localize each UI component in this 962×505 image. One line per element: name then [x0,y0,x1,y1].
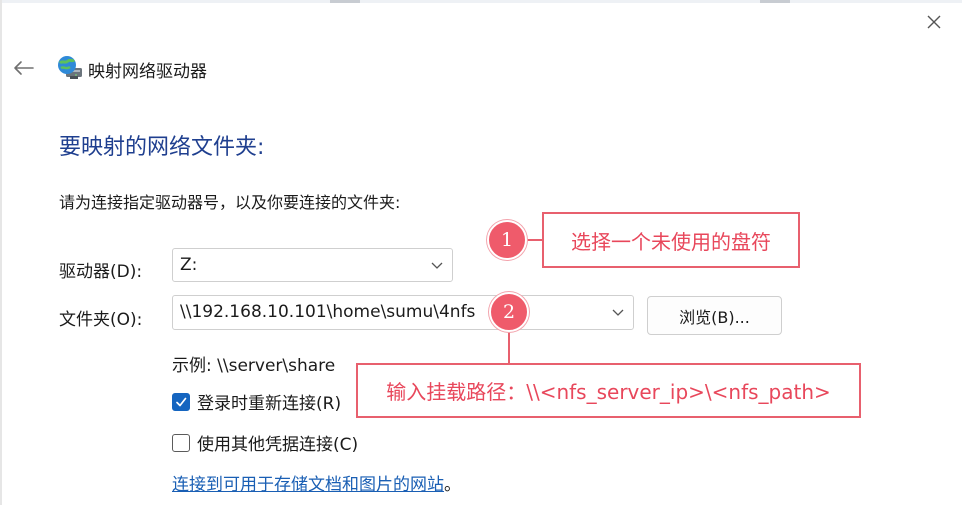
annotation-callout-2: 输入挂载路径：\\<nfs_server_ip>\<nfs_path> [356,363,861,418]
drive-label: 驱动器(D): [59,262,143,282]
drive-letter-select[interactable]: Z: [172,248,453,282]
back-button[interactable] [8,54,38,82]
use-other-credentials-checkbox[interactable]: 使用其他凭据连接(C) [172,430,358,455]
folder-path-combobox[interactable]: \\192.168.10.101\home\sumu\4nfs [172,295,634,330]
checkbox-unchecked[interactable] [172,433,190,452]
reconnect-label: 登录时重新连接(R) [197,394,342,414]
drive-letter-value: Z: [180,255,198,275]
chevron-down-icon [612,309,624,316]
top-strip-segment [330,0,360,3]
folder-path-value: \\192.168.10.101\home\sumu\4nfs [180,302,476,322]
page-heading: 要映射的网络文件夹: [59,135,265,160]
instruction-text: 请为连接指定驱动器号，以及你要连接的文件夹: [59,193,401,212]
website-link-row: 连接到可用于存储文档和图片的网站。 [172,470,461,495]
browse-button[interactable]: 浏览(B)... [647,296,782,335]
reconnect-at-signin-checkbox[interactable]: 登录时重新连接(R) [172,389,341,414]
close-button[interactable] [918,8,950,36]
link-suffix: 。 [444,475,461,495]
network-drive-globe-icon [58,56,82,79]
window-left-edge [0,0,2,505]
example-text: 示例: \\server\share [172,356,336,376]
back-arrow-icon [14,61,34,75]
window-top-strip [0,0,962,3]
annotation-connector-2 [508,332,510,364]
chevron-down-icon [431,262,443,269]
checkbox-checked[interactable] [172,392,190,411]
checkmark-icon [176,397,187,406]
annotation-connector-1 [527,239,543,241]
credentials-label: 使用其他凭据连接(C) [197,435,359,455]
window-title: 映射网络驱动器 [88,62,207,82]
folder-label: 文件夹(O): [59,310,143,330]
top-strip-segment [760,0,790,3]
annotation-callout-1: 选择一个未使用的盘符 [542,212,800,268]
close-icon [927,15,941,29]
annotation-badge-2: 2 [489,292,529,332]
annotation-badge-1: 1 [487,220,527,260]
map-network-drive-dialog: 映射网络驱动器 要映射的网络文件夹: 请为连接指定驱动器号，以及你要连接的文件夹… [0,0,962,505]
connect-website-link[interactable]: 连接到可用于存储文档和图片的网站 [172,475,444,495]
